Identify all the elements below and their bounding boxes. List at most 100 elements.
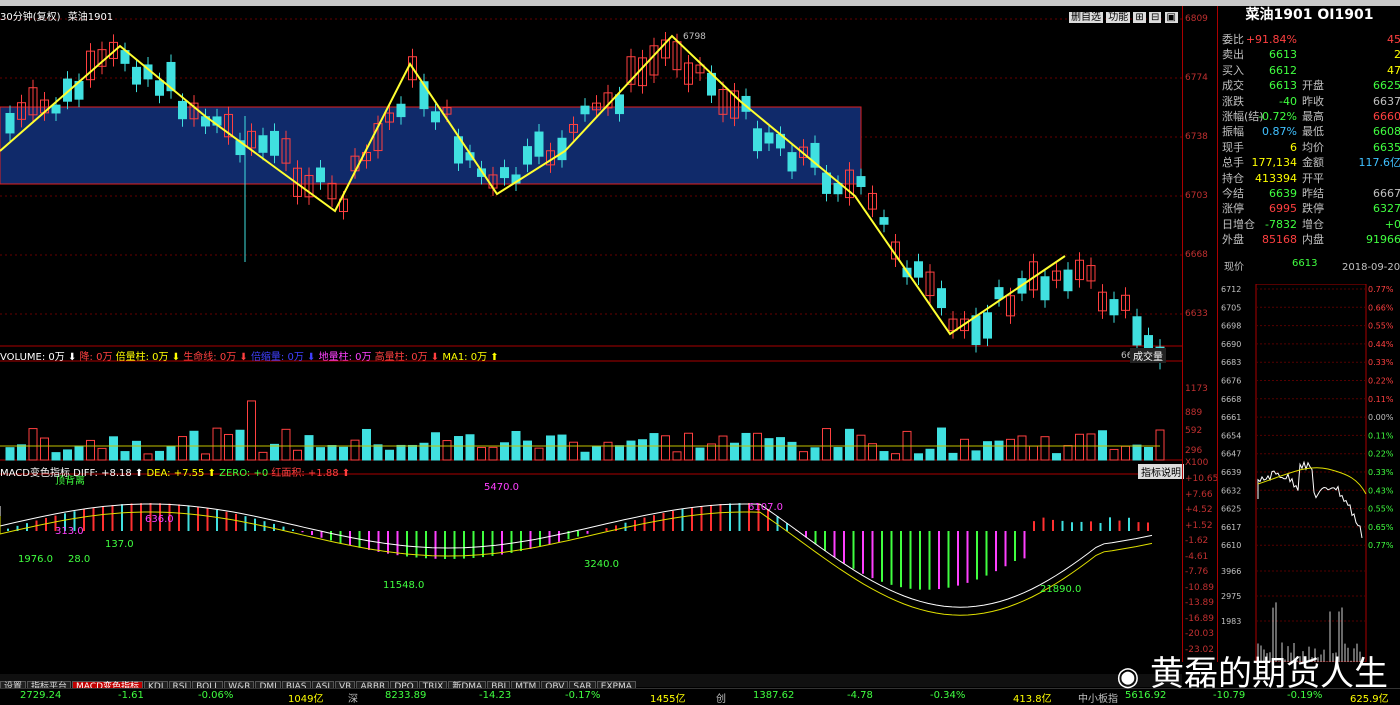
main-chart-area[interactable]: 67986608顶背离313.0636.01976.028.0137.01154… xyxy=(0,6,1182,662)
volume-bar xyxy=(547,436,555,460)
quote-cell: 金额 xyxy=(1302,155,1324,170)
quote-cell: +0 xyxy=(1385,217,1400,232)
quote-row: 买入661247 xyxy=(1220,63,1400,78)
candle-body xyxy=(984,313,992,338)
quote-row: 振幅0.87%最低6608 xyxy=(1220,124,1400,139)
candle-body xyxy=(271,131,279,155)
legend-item: ZERO: +0 xyxy=(219,468,271,479)
volume-menu-button[interactable]: 成交量 xyxy=(1130,348,1166,363)
volume-bar xyxy=(443,441,451,460)
volume-bar xyxy=(1064,446,1072,460)
volume-bar xyxy=(811,448,819,460)
macd-dea-line xyxy=(0,512,1152,615)
mini-frame xyxy=(1256,284,1366,662)
kline-chart[interactable]: 67986608顶背离313.0636.01976.028.0137.01154… xyxy=(0,6,1182,662)
candle-body xyxy=(765,133,773,143)
volume-bar xyxy=(340,447,348,460)
candle xyxy=(98,42,106,75)
intraday-mini-chart[interactable]: 6712670566986690668366766668666166546647… xyxy=(1218,284,1400,662)
volume-bar xyxy=(650,434,658,460)
candle-body xyxy=(501,168,509,178)
button-delete-fav[interactable]: 删自选 xyxy=(1069,12,1103,23)
volume-bar xyxy=(271,444,279,460)
mini-left-tick: 6632 xyxy=(1221,486,1241,495)
volume-bar xyxy=(489,447,497,460)
volume-bar xyxy=(1145,448,1153,460)
macd-annotation: 6107.0 xyxy=(748,502,783,513)
now-price-value: 6613 xyxy=(1292,258,1317,269)
legend-item: 高量柱: 0万 ⬇ xyxy=(375,352,443,363)
volume-bar xyxy=(938,428,946,460)
button-function[interactable]: 功能 xyxy=(1106,12,1130,23)
volume-bar xyxy=(455,437,463,460)
status-value: 1455亿 xyxy=(650,690,685,705)
macd-annotation: 28.0 xyxy=(68,554,90,565)
macd-tick: -4.61 xyxy=(1185,552,1208,562)
volume-bar xyxy=(926,449,934,460)
quote-cell: 6327 xyxy=(1373,201,1400,216)
volume-bar xyxy=(179,437,187,460)
price-tick: 6668 xyxy=(1185,250,1208,260)
quote-cell: 开平 xyxy=(1302,171,1324,186)
macd-tick: +10.65 xyxy=(1185,474,1218,484)
candle-body xyxy=(880,218,888,225)
status-value: -1.61 xyxy=(118,690,144,701)
quote-cell: 昨收 xyxy=(1302,94,1324,109)
button-zoom-in[interactable]: ⊞ xyxy=(1133,12,1145,23)
volume-bar xyxy=(156,451,164,460)
quote-table: 委比+91.84%45卖出66132买入661247成交6613开盘6625涨跌… xyxy=(1220,32,1400,247)
volume-bar xyxy=(696,448,704,460)
volume-bar xyxy=(800,452,808,460)
mini-right-tick: 0.11% xyxy=(1368,395,1394,404)
volume-bar xyxy=(742,433,750,460)
volume-tick: 1173 xyxy=(1185,384,1208,394)
volume-tick: 889 xyxy=(1185,408,1202,418)
quote-cell: 最高 xyxy=(1302,109,1324,124)
quote-cell: 6667 xyxy=(1373,186,1400,201)
candle xyxy=(915,254,923,285)
candle-body xyxy=(133,67,141,84)
mini-left-tick: 3966 xyxy=(1221,567,1241,576)
macd-annotation: 5470.0 xyxy=(484,482,519,493)
mini-left-tick: 6654 xyxy=(1221,431,1241,440)
quote-cell: 成交 xyxy=(1222,78,1244,93)
volume-bar xyxy=(1110,449,1118,460)
volume-bar xyxy=(259,452,267,460)
quote-cell: 2 xyxy=(1394,47,1400,62)
quote-title: 菜油1901 OI1901 xyxy=(1218,6,1400,24)
quote-cell: 6 xyxy=(1290,140,1297,155)
quote-row: 外盘85168内盘91966 xyxy=(1220,232,1400,247)
mini-right-tick: 0.22% xyxy=(1368,450,1394,459)
quote-row: 涨幅(结)-0.72%最高6660 xyxy=(1220,109,1400,124)
status-value: 创 xyxy=(716,690,726,705)
chart-header: 30分钟(复权) 菜油1901 xyxy=(0,8,113,23)
volume-bar xyxy=(1030,446,1038,460)
legend-item: 倍量柱: 0万 ⬇ xyxy=(116,352,184,363)
quote-cell: 6613 xyxy=(1269,47,1297,62)
quote-row: 涨跌-40昨收6637 xyxy=(1220,94,1400,109)
status-value: -0.34% xyxy=(930,690,965,701)
volume-bar xyxy=(788,442,796,460)
mini-left-tick: 6712 xyxy=(1221,285,1241,294)
status-value: -4.78 xyxy=(847,690,873,701)
status-value: 1387.62 xyxy=(753,690,794,701)
button-window[interactable]: ▣ xyxy=(1165,12,1178,23)
mini-right-tick: 0.44% xyxy=(1368,340,1394,349)
quote-cell: 内盘 xyxy=(1302,232,1324,247)
volume-bar xyxy=(213,428,221,460)
macd-annotation: 3240.0 xyxy=(584,559,619,570)
volume-bar xyxy=(397,445,405,460)
volume-bar xyxy=(52,453,60,460)
indicator-help-button[interactable]: 指标说明 xyxy=(1138,464,1184,479)
button-zoom-out[interactable]: ⊟ xyxy=(1149,12,1161,23)
quote-cell: 91966 xyxy=(1366,232,1400,247)
legend-item: MACD变色指标 DIFF: +8.18 ⬆ xyxy=(0,468,146,479)
volume-bar xyxy=(363,429,371,460)
quote-cell: 日增仓 xyxy=(1222,217,1255,232)
volume-bar xyxy=(846,429,854,460)
quote-cell: 持仓 xyxy=(1222,171,1244,186)
mini-left-tick: 6647 xyxy=(1221,450,1241,459)
high-label: 6798 xyxy=(683,32,706,42)
quote-cell: 0.87% xyxy=(1262,124,1297,139)
mini-left-tick: 6639 xyxy=(1221,468,1241,477)
